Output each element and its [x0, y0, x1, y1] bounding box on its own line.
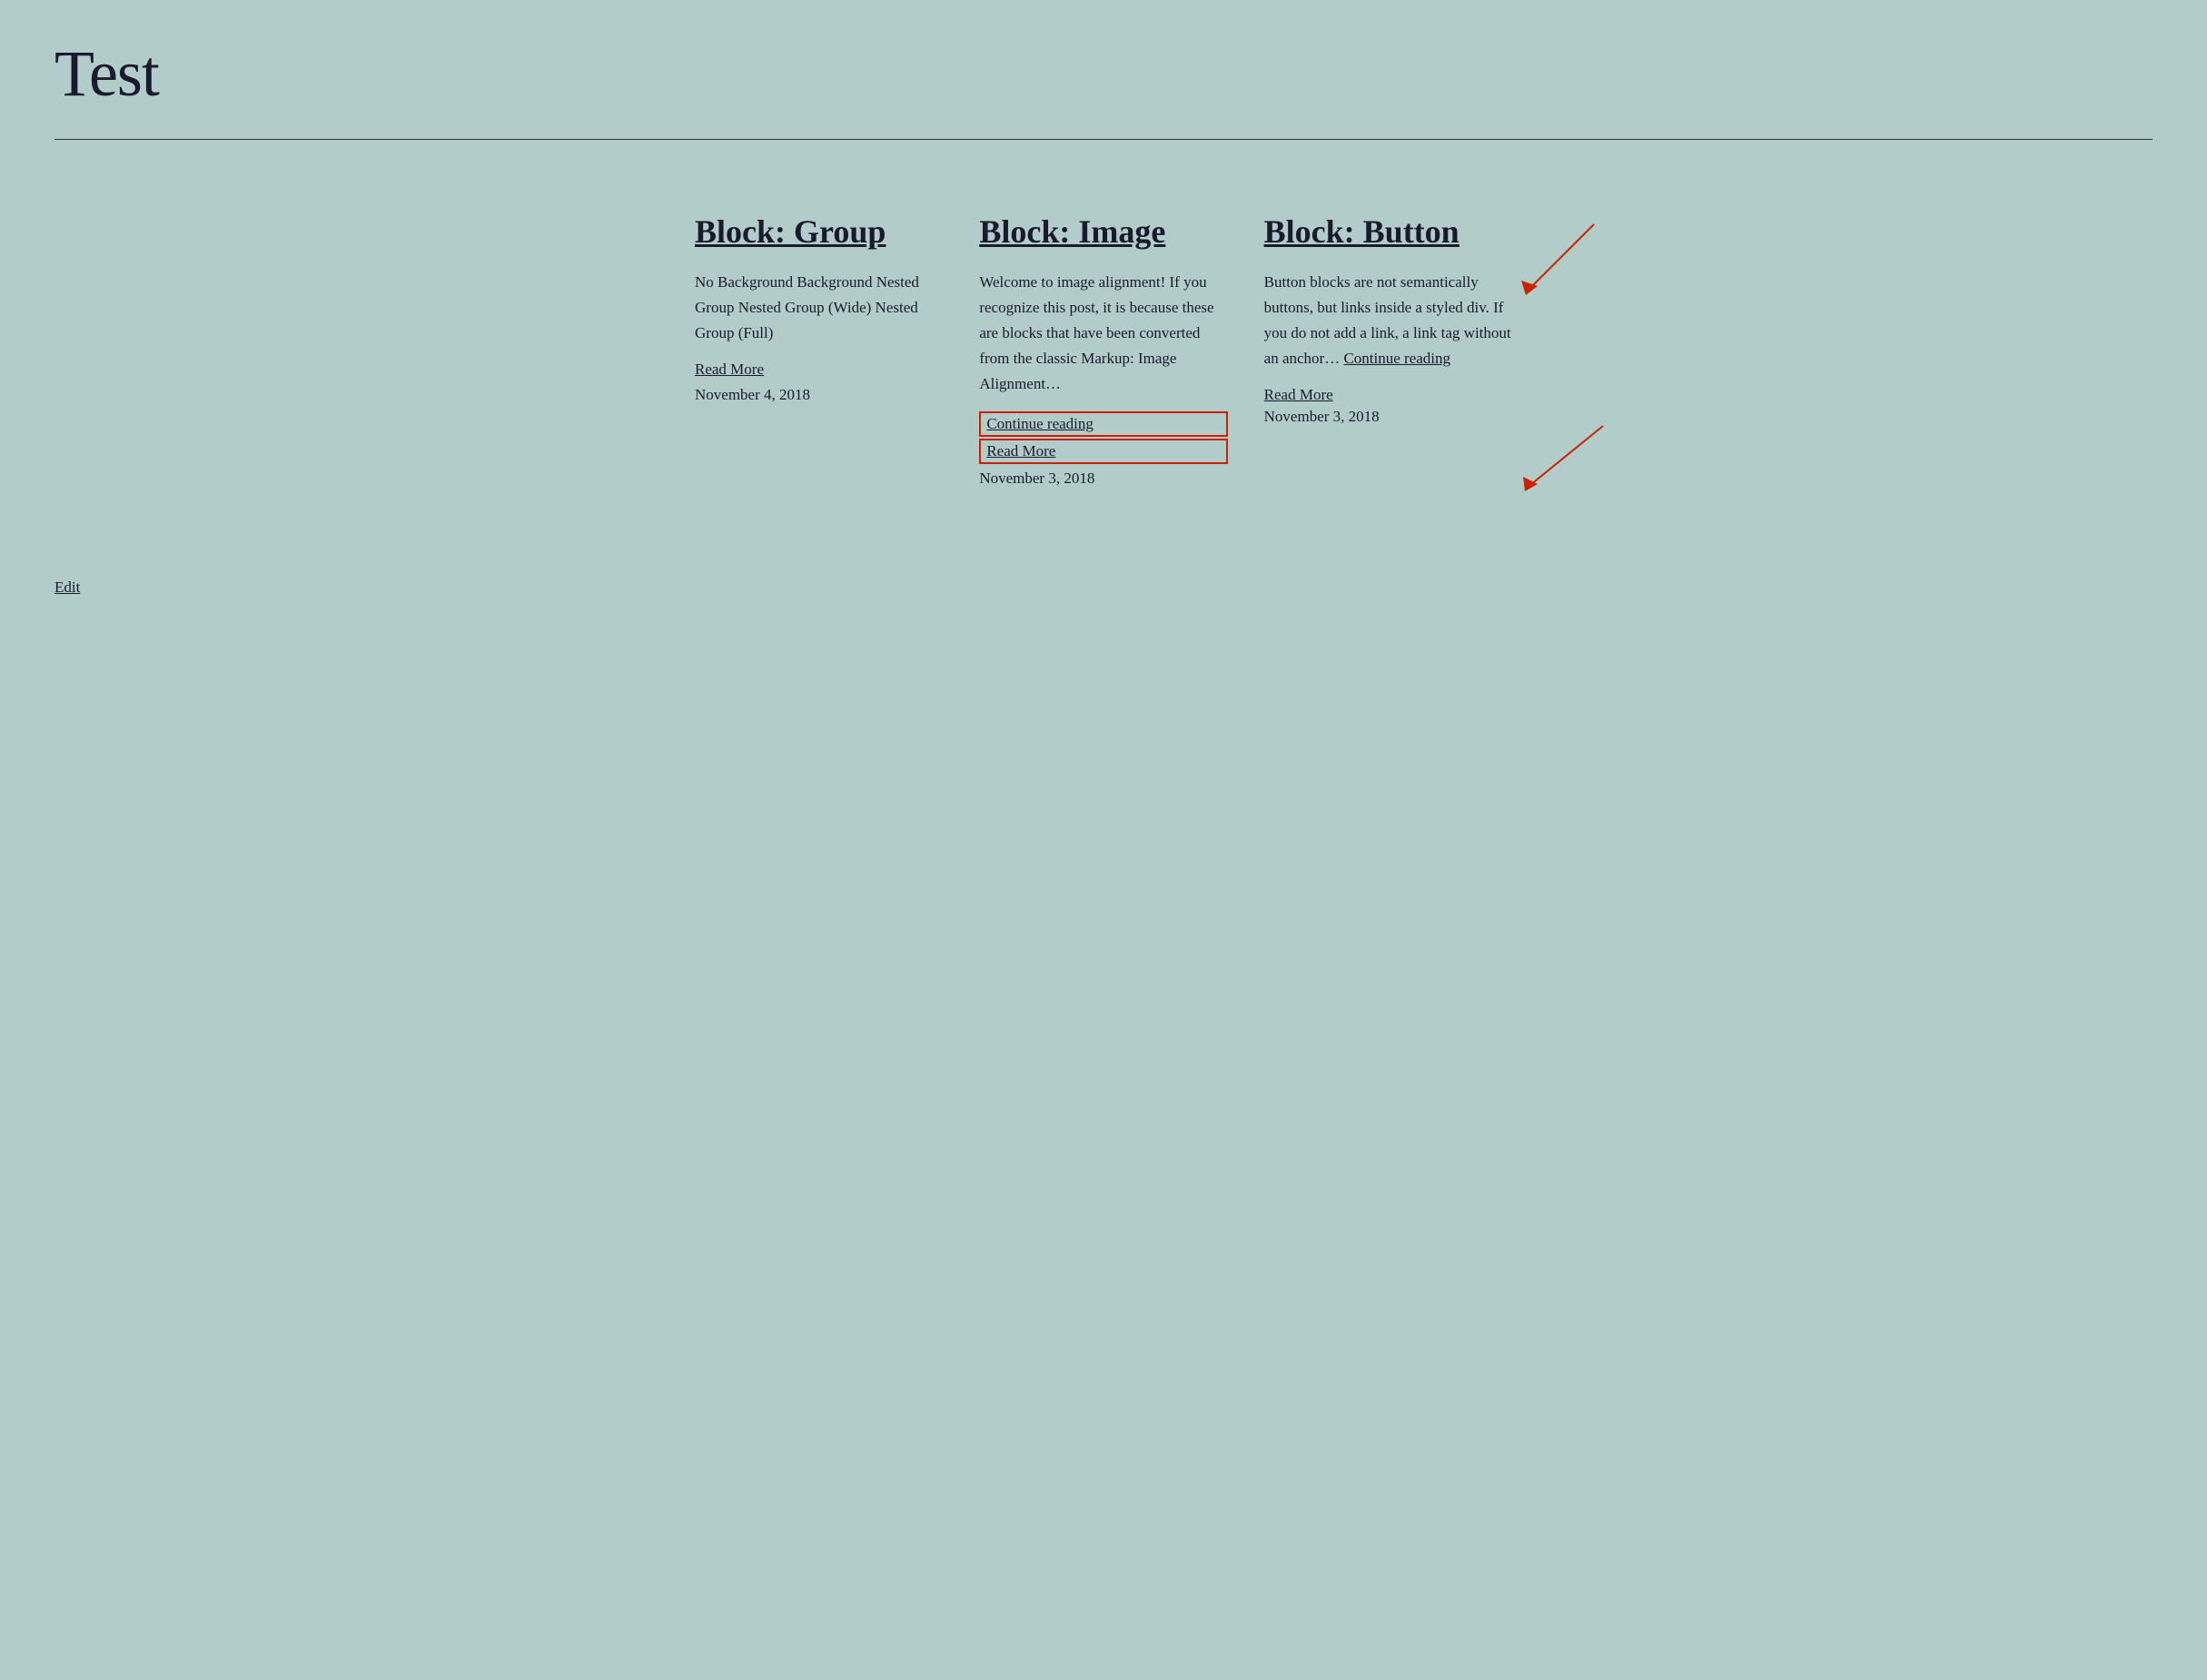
site-footer: Edit: [0, 542, 2207, 633]
post-date-3: November 3, 2018: [1264, 408, 1380, 425]
post-3-content-wrapper: Button blocks are not semantically butto…: [1264, 270, 1512, 386]
post-title-3[interactable]: Block: Button: [1264, 212, 1512, 252]
post-continue-reading-2[interactable]: Continue reading: [979, 411, 1227, 437]
post-title-link-3[interactable]: Block: Button: [1264, 213, 1460, 250]
post-card-3: Block: Button Button blocks are not sema…: [1264, 212, 1512, 488]
post-date-1: November 4, 2018: [695, 386, 943, 404]
post-read-more-2[interactable]: Read More: [979, 439, 1227, 464]
post-title-link-1[interactable]: Block: Group: [695, 213, 886, 250]
post-2-links-wrapper: Continue reading Read More: [979, 411, 1227, 466]
post-excerpt-1: No Background Background Nested Group Ne…: [695, 270, 943, 346]
posts-grid: Block: Group No Background Background Ne…: [695, 212, 1512, 488]
post-3-date-wrapper: November 3, 2018: [1264, 408, 1512, 426]
edit-link[interactable]: Edit: [54, 578, 80, 597]
post-title-link-2[interactable]: Block: Image: [979, 213, 1165, 250]
post-excerpt-2: Welcome to image alignment! If you recog…: [979, 270, 1227, 397]
main-content: Block: Group No Background Background Ne…: [0, 140, 2207, 542]
post-read-more-3[interactable]: Read More: [1264, 386, 1512, 404]
post-excerpt-3: Button blocks are not semantically butto…: [1264, 270, 1512, 371]
post-continue-reading-3[interactable]: Continue reading: [1343, 350, 1450, 367]
post-card-1: Block: Group No Background Background Ne…: [695, 212, 943, 488]
post-date-2: November 3, 2018: [979, 469, 1227, 488]
site-title: Test: [54, 36, 2153, 112]
post-card-2: Block: Image Welcome to image alignment!…: [979, 212, 1227, 488]
post-read-more-1[interactable]: Read More: [695, 361, 943, 379]
post-title-1[interactable]: Block: Group: [695, 212, 943, 252]
arrow-annotation-2: [1485, 417, 1630, 508]
post-title-2[interactable]: Block: Image: [979, 212, 1227, 252]
site-header: Test: [0, 0, 2207, 139]
